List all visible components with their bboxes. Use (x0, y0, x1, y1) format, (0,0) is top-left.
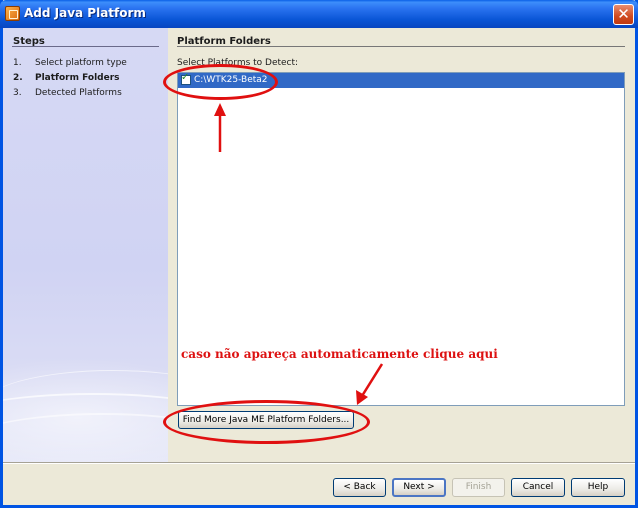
cancel-button[interactable]: Cancel (511, 478, 565, 497)
footer-divider-highlight (3, 463, 635, 464)
down-left-arrow-icon (356, 363, 384, 405)
annotation-arrows (214, 103, 384, 405)
back-button[interactable]: < Back (333, 478, 386, 497)
finish-button[interactable]: Finish (452, 478, 505, 497)
next-button[interactable]: Next > (392, 478, 446, 497)
help-button[interactable]: Help (571, 478, 625, 497)
up-arrow-icon (214, 103, 226, 152)
